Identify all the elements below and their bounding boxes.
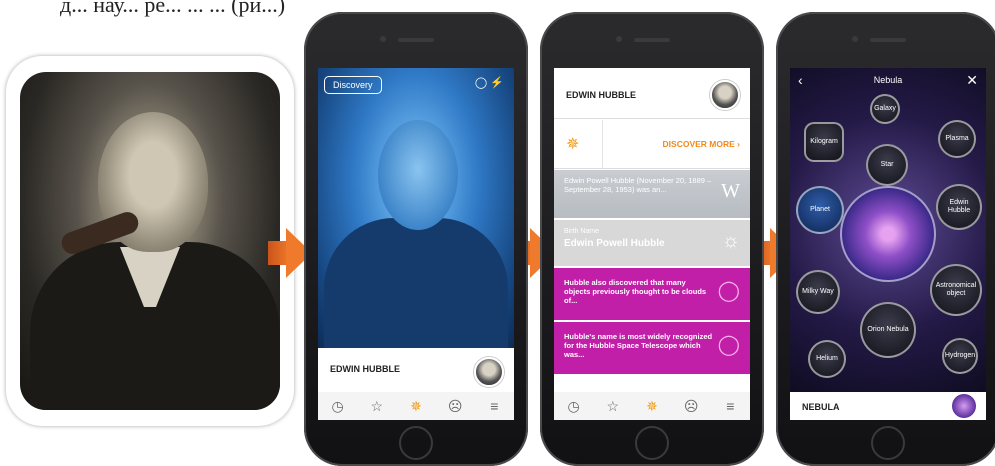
home-button[interactable] <box>871 426 905 460</box>
knowledge-graph: ‹ Nebula ✕ Galaxy Kilogram Plasma Star P… <box>790 68 986 392</box>
nebula-thumbnail <box>952 394 976 418</box>
profile-tab-icon[interactable]: ☹ <box>681 399 701 413</box>
birth-name-label: Birth Name <box>564 228 600 235</box>
discovery-button[interactable]: Discovery <box>324 76 382 94</box>
wikipedia-card-text: Edwin Powell Hubble (November 20, 1889 –… <box>564 176 712 194</box>
history-tab-icon[interactable]: ◷ <box>328 399 348 413</box>
result-name: EDWIN HUBBLE <box>330 364 400 374</box>
bubble-kilogram[interactable]: Kilogram <box>804 122 844 162</box>
home-button[interactable] <box>635 426 669 460</box>
bubble-milky-way[interactable]: Milky Way <box>796 270 840 314</box>
details-name: EDWIN HUBBLE <box>566 90 636 100</box>
close-icon[interactable]: ✕ <box>966 72 978 89</box>
phone-details: EDWIN HUBBLE ✵ DISCOVER MORE › Edwin Pow… <box>540 12 764 466</box>
avatar <box>710 80 740 110</box>
selected-topic-bar[interactable]: NEBULA <box>790 392 986 420</box>
tab-bar: ◷ ☆ ✵ ☹ ≡ <box>318 392 514 420</box>
bubble-star[interactable]: Star <box>866 144 908 186</box>
camera-flash-icons[interactable]: ◯ ⚡ <box>475 76 504 89</box>
avatar <box>474 357 504 387</box>
wikipedia-card[interactable]: Edwin Powell Hubble (November 20, 1889 –… <box>554 170 750 218</box>
discover-tab-icon[interactable]: ✵ <box>642 399 662 413</box>
bubble-astronomical-object[interactable]: Astronomical object <box>930 264 982 316</box>
menu-tab-icon[interactable]: ≡ <box>720 399 740 413</box>
history-tab-icon[interactable]: ◷ <box>564 399 584 413</box>
phone-screen-details: EDWIN HUBBLE ✵ DISCOVER MORE › Edwin Pow… <box>554 68 750 420</box>
fact-card[interactable]: Hubble's name is most widely recognized … <box>554 322 750 374</box>
home-button[interactable] <box>399 426 433 460</box>
selected-topic-name: NEBULA <box>802 402 840 412</box>
tab-bar: ◷ ☆ ✵ ☹ ≡ <box>554 392 750 420</box>
caption-text: д... нау... ре... ... ... (ри...) <box>60 0 286 17</box>
brain-head-icon: ◯ <box>717 280 740 302</box>
discover-tab-icon[interactable]: ✵ <box>406 399 426 413</box>
bubble-nebula-center[interactable] <box>840 186 936 282</box>
discover-more-link[interactable]: DISCOVER MORE › <box>663 139 740 149</box>
birth-name-card[interactable]: Birth Name Edwin Powell Hubble ☼ <box>554 220 750 266</box>
bubble-orion-nebula[interactable]: Orion Nebula <box>860 302 916 358</box>
graph-title: Nebula <box>873 75 903 85</box>
favorites-tab-icon[interactable]: ☆ <box>603 399 623 413</box>
brain-head-icon: ◯ <box>717 334 740 356</box>
phone-screen-scan: Discovery ◯ ⚡ EDWIN HUBBLE ◷ ☆ ✵ ☹ ≡ <box>318 68 514 420</box>
phone-scan: Discovery ◯ ⚡ EDWIN HUBBLE ◷ ☆ ✵ ☹ ≡ <box>304 12 528 466</box>
bubble-hydrogen[interactable]: Hydrogen <box>942 338 978 374</box>
birth-name-value: Edwin Powell Hubble <box>564 238 665 249</box>
camera-view: Discovery ◯ ⚡ <box>318 68 514 358</box>
discover-icon: ✵ <box>566 136 580 153</box>
result-name-bar[interactable]: EDWIN HUBBLE <box>318 348 514 392</box>
phone-screen-graph: ‹ Nebula ✕ Galaxy Kilogram Plasma Star P… <box>790 68 986 420</box>
bubble-galaxy[interactable]: Galaxy <box>870 94 900 124</box>
discover-more-row[interactable]: ✵ DISCOVER MORE › <box>554 120 750 169</box>
fact-card[interactable]: Hubble also discovered that many objects… <box>554 268 750 320</box>
phone-graph: ‹ Nebula ✕ Galaxy Kilogram Plasma Star P… <box>776 12 995 466</box>
bubble-helium[interactable]: Helium <box>808 340 846 378</box>
portrait-photo <box>20 72 280 410</box>
profile-tab-icon[interactable]: ☹ <box>445 399 465 413</box>
favorites-tab-icon[interactable]: ☆ <box>367 399 387 413</box>
bubble-edwin-hubble[interactable]: Edwin Hubble <box>936 184 982 230</box>
menu-tab-icon[interactable]: ≡ <box>484 399 504 413</box>
wikipedia-icon: W <box>721 180 740 202</box>
bubble-planet[interactable]: Planet <box>796 186 844 234</box>
fact-card-text: Hubble's name is most widely recognized … <box>564 332 713 359</box>
bubble-plasma[interactable]: Plasma <box>938 120 976 158</box>
details-header: EDWIN HUBBLE <box>554 68 750 119</box>
portrait-photo-frame <box>6 56 294 426</box>
next-card-partial <box>554 376 750 392</box>
lightbulb-icon: ☼ <box>721 230 740 252</box>
fact-card-text: Hubble also discovered that many objects… <box>564 278 707 305</box>
